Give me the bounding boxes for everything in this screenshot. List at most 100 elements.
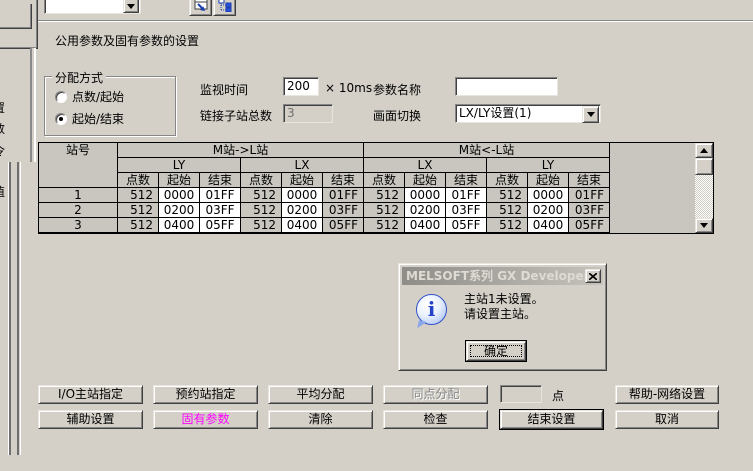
screen-switch-label: 画面切换 bbox=[373, 107, 421, 124]
watch-time-label: 监视时间 bbox=[200, 81, 248, 98]
toolbar-button-network[interactable] bbox=[213, 0, 236, 16]
radio-option-points-start[interactable]: 点数/起始 bbox=[55, 88, 124, 105]
combobox-dropdown-button[interactable] bbox=[123, 0, 139, 13]
table-header-sub: 点数 bbox=[241, 173, 282, 188]
table-header-sub: 点数 bbox=[118, 173, 159, 188]
table-cell[interactable]: 0000 bbox=[405, 188, 446, 203]
chevron-down-icon bbox=[127, 4, 135, 9]
table-header-signal: LX bbox=[241, 158, 364, 173]
aux-settings-button[interactable]: 辅助设置 bbox=[38, 410, 143, 429]
table-cell: 512 bbox=[364, 218, 405, 233]
scrollbar-up-button[interactable] bbox=[695, 143, 713, 158]
cascade-window-icon bbox=[194, 0, 208, 12]
table-cell: 01FF bbox=[323, 188, 364, 203]
screen-switch-combobox[interactable]: LX/LY设置(1) bbox=[455, 104, 601, 123]
table-cell[interactable]: 03FF bbox=[446, 203, 487, 218]
table-cell[interactable]: 0200 bbox=[528, 203, 569, 218]
network-tree-icon bbox=[218, 0, 232, 12]
intrinsic-params-button[interactable]: 固有参数 bbox=[153, 410, 258, 429]
watch-time-value: 200 bbox=[287, 79, 310, 93]
table-cell[interactable]: 01FF bbox=[200, 188, 241, 203]
link-stations-value: 3 bbox=[287, 106, 295, 120]
station-table-grid: 站号M站->L站M站<-L站LYLXLXLY点数起始结束点数起始结束点数起始结束… bbox=[39, 143, 713, 233]
table-cell[interactable]: 0000 bbox=[159, 188, 200, 203]
toolbar-combobox[interactable] bbox=[44, 0, 141, 14]
param-name-input[interactable] bbox=[455, 77, 558, 96]
table-cell: 512 bbox=[118, 218, 159, 233]
table-filler-area bbox=[610, 143, 695, 233]
table-cell: 512 bbox=[487, 218, 528, 233]
table-cell[interactable]: 03FF bbox=[200, 203, 241, 218]
background-text-fragment: 置 bbox=[0, 99, 6, 113]
table-cell[interactable]: 01FF bbox=[446, 188, 487, 203]
table-station-cell: 2 bbox=[39, 203, 118, 218]
help-network-button[interactable]: 帮助-网络设置 bbox=[615, 385, 719, 404]
table-vertical-scrollbar[interactable] bbox=[695, 143, 713, 233]
ok-button[interactable]: 确定 bbox=[466, 341, 526, 361]
points-unit-label: 点 bbox=[552, 387, 564, 404]
message-text: 主站1未设置。 请设置主站。 bbox=[464, 292, 544, 322]
table-cell[interactable]: 0400 bbox=[528, 218, 569, 233]
background-window-edge-left bbox=[8, 162, 12, 455]
table-cell[interactable]: 0000 bbox=[528, 188, 569, 203]
table-cell[interactable]: 05FF bbox=[446, 218, 487, 233]
table-cell[interactable]: 0000 bbox=[282, 188, 323, 203]
background-text-fragment: 值 bbox=[0, 183, 6, 197]
allocation-group-label: 分配方式 bbox=[52, 69, 106, 86]
clear-button[interactable]: 清除 bbox=[268, 410, 373, 429]
io-master-button[interactable]: I/O主站指定 bbox=[38, 385, 143, 404]
table-station-cell: 1 bbox=[39, 188, 118, 203]
table-cell[interactable]: 0400 bbox=[405, 218, 446, 233]
table-header-signal: LX bbox=[364, 158, 487, 173]
page-title: 公用参数及固有参数的设置 bbox=[55, 32, 199, 49]
close-button[interactable] bbox=[585, 269, 601, 283]
background-panel-corner-inner bbox=[0, 4, 32, 29]
scrollbar-thumb[interactable] bbox=[695, 158, 713, 175]
table-header-sub: 点数 bbox=[364, 173, 405, 188]
check-button[interactable]: 检查 bbox=[383, 410, 488, 429]
radio-label: 起始/结束 bbox=[72, 110, 124, 127]
message-dialog-title: MELSOFT系列 GX Developer bbox=[406, 269, 590, 283]
table-header-station: 站号 bbox=[39, 143, 118, 188]
table-header-sub: 结束 bbox=[569, 173, 610, 188]
equal-alloc-button[interactable]: 平均分配 bbox=[268, 385, 373, 404]
radio-option-start-end[interactable]: 起始/结束 bbox=[55, 110, 124, 127]
arrow-down-icon bbox=[700, 223, 708, 228]
table-header-sub: 起始 bbox=[405, 173, 446, 188]
toolbar-button-cascade[interactable] bbox=[189, 0, 212, 16]
allocation-groupbox: 分配方式 点数/起始 起始/结束 bbox=[44, 76, 176, 136]
table-cell[interactable]: 05FF bbox=[200, 218, 241, 233]
table-cell: 512 bbox=[241, 218, 282, 233]
background-window-edge-top bbox=[30, 48, 36, 162]
screen-switch-dropdown-button[interactable] bbox=[582, 106, 599, 123]
table-cell: 01FF bbox=[569, 188, 610, 203]
reserved-station-button[interactable]: 预约站指定 bbox=[153, 385, 258, 404]
table-cell: 512 bbox=[364, 203, 405, 218]
table-station-cell: 3 bbox=[39, 218, 118, 233]
arrow-up-icon bbox=[700, 148, 708, 153]
radio-icon bbox=[55, 113, 67, 125]
table-cell: 512 bbox=[118, 188, 159, 203]
message-line: 主站1未设置。 bbox=[464, 292, 544, 307]
same-point-alloc-button: 同点分配 bbox=[383, 385, 488, 404]
close-icon bbox=[589, 273, 597, 280]
table-cell[interactable]: 0400 bbox=[282, 218, 323, 233]
table-cell: 512 bbox=[118, 203, 159, 218]
table-header-sub: 起始 bbox=[528, 173, 569, 188]
table-cell[interactable]: 0200 bbox=[159, 203, 200, 218]
cancel-button[interactable]: 取消 bbox=[615, 410, 719, 429]
screen: 置 数 令 值 公用参数及固有参数的设置 分配方式 点数/起始 起始/结束 监视… bbox=[0, 0, 753, 471]
table-cell[interactable]: 0200 bbox=[282, 203, 323, 218]
watch-time-input[interactable]: 200 bbox=[283, 77, 319, 96]
table-cell[interactable]: 0200 bbox=[405, 203, 446, 218]
radio-label: 点数/起始 bbox=[72, 88, 124, 105]
watch-time-unit-label: × 10ms bbox=[325, 81, 372, 95]
scrollbar-down-button[interactable] bbox=[695, 218, 713, 233]
table-cell: 512 bbox=[487, 203, 528, 218]
finish-button[interactable]: 结束设置 bbox=[500, 410, 603, 429]
message-line: 请设置主站。 bbox=[464, 307, 544, 322]
param-name-label: 参数名称 bbox=[373, 81, 421, 98]
radio-icon bbox=[55, 91, 67, 103]
message-dialog-titlebar: MELSOFT系列 GX Developer bbox=[402, 267, 603, 285]
table-cell[interactable]: 0400 bbox=[159, 218, 200, 233]
